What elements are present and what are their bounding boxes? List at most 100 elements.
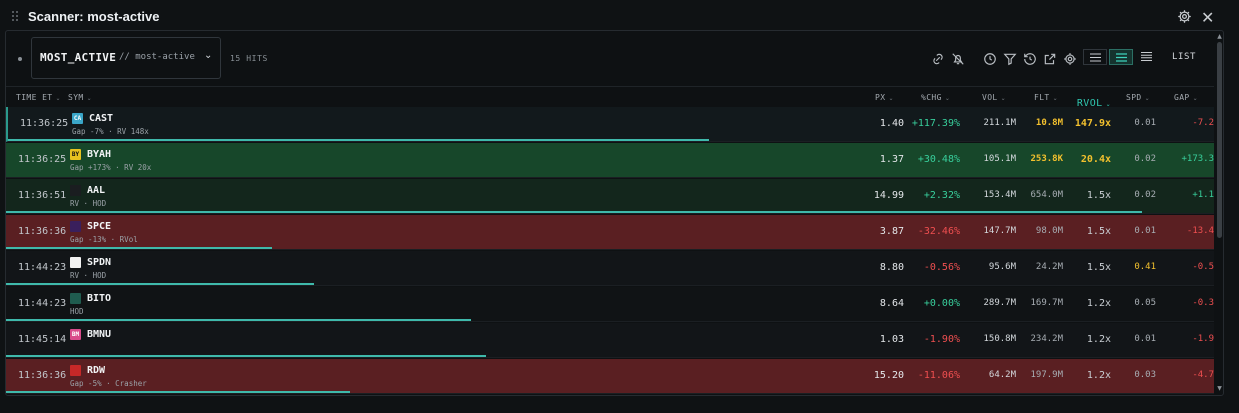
row-symbol: AAL (87, 185, 106, 196)
link-icon[interactable] (931, 51, 945, 65)
density-compact-button[interactable] (1083, 49, 1107, 65)
row-gap: +1.1 (1192, 190, 1214, 200)
col-sym-header[interactable]: SYM ⌄ (68, 93, 92, 102)
scanner-name: MOST_ACTIVE (40, 51, 117, 64)
row-tags: Gap -13% · RVol (70, 235, 138, 244)
table-row[interactable]: 11:36:51 AAL RV · HOD 14.99 +2.32% 153.4M 654.… (6, 179, 1214, 214)
row-time: 11:44:23 (18, 262, 67, 273)
scroll-up-icon[interactable]: ▲ (1216, 34, 1223, 40)
ticker-logo-icon (70, 257, 81, 268)
row-float: 98.0M (1035, 226, 1063, 236)
row-spread: 0.02 (1134, 190, 1156, 200)
row-price: 14.99 (873, 190, 904, 201)
col-chg-header[interactable]: %CHG ⌄ (921, 93, 950, 102)
row-spread: 0.01 (1134, 118, 1156, 128)
row-change: -32.46% (917, 226, 960, 237)
scanner-toolbar: MOST_ACTIVE // most-active ⌄ 15 HITS LIS… (6, 31, 1223, 86)
row-tags: RV · HOD (70, 271, 107, 280)
row-price: 3.87 (879, 226, 904, 237)
row-progress-bar (6, 355, 486, 357)
row-progress-bar (6, 391, 350, 393)
list-view-toggle[interactable]: LIST (1172, 52, 1196, 62)
row-progress-bar (6, 247, 272, 249)
history-icon[interactable] (1023, 51, 1037, 65)
row-rvol: 20.4x (1080, 154, 1111, 165)
close-icon[interactable]: ✕ (1201, 9, 1215, 26)
scrollbar[interactable]: ▲ ▼ (1216, 34, 1223, 392)
rows-compact-icon (1090, 53, 1101, 62)
external-link-icon[interactable] (1043, 51, 1057, 65)
table-row[interactable]: 11:45:14 BM BMNU 1.03 -1.90% 150.8M 234.2M 1.2x… (6, 323, 1214, 358)
row-gap: -4.7 (1192, 370, 1214, 380)
row-float: 169.7M (1030, 298, 1063, 308)
row-spread: 0.02 (1134, 154, 1156, 164)
row-symbol: BMNU (87, 329, 112, 340)
ticker-logo-icon (70, 293, 81, 304)
row-spread: 0.05 (1134, 298, 1156, 308)
scanner-selector[interactable]: MOST_ACTIVE // most-active ⌄ (31, 37, 221, 79)
row-float: 234.2M (1030, 334, 1063, 344)
table-header: TIME ET ⌄ SYM ⌄ PX ⌄ %CHG ⌄ VOL ⌄ FLT ⌄ RVOL ⌄ … (6, 86, 1214, 109)
clock-icon[interactable] (983, 51, 997, 65)
row-time: 11:45:14 (18, 334, 67, 345)
scanner-panel: Scanner: most-active ✕ MOST_ACTIVE // mo… (0, 0, 1239, 413)
row-float: 253.8K (1030, 154, 1063, 164)
col-time-header[interactable]: TIME ET ⌄ (16, 93, 61, 102)
ticker-logo-icon (70, 221, 81, 232)
chevron-down-icon: ⌄ (204, 50, 213, 61)
table-row[interactable]: 11:36:25 BY BYAH Gap +173% · RV 20x 1.37 +30.… (6, 143, 1214, 178)
drag-handle-icon[interactable] (12, 11, 22, 25)
scroll-down-icon[interactable]: ▼ (1216, 386, 1223, 392)
table-row[interactable]: 11:44:23 BITO HOD 8.64 +0.00% 289.7M 169.7M 1.2… (6, 287, 1214, 322)
col-flt-header[interactable]: FLT ⌄ (1034, 93, 1058, 102)
row-time: 11:44:23 (18, 298, 67, 309)
row-volume: 211.1M (983, 118, 1016, 128)
scrollbar-thumb[interactable] (1217, 42, 1222, 238)
row-price: 1.03 (879, 334, 904, 345)
table-row[interactable]: 11:36:36 SPCE Gap -13% · RVol 3.87 -32.46% 14… (6, 215, 1214, 250)
table-row[interactable]: 11:44:23 SPDN RV · HOD 8.80 -0.56% 95.6M 24.2M… (6, 251, 1214, 286)
row-change: +2.32% (923, 190, 960, 201)
col-vol-header[interactable]: VOL ⌄ (982, 93, 1006, 102)
row-spread: 0.01 (1134, 226, 1156, 236)
col-gap-header[interactable]: GAP ⌄ (1174, 93, 1198, 102)
col-spd-header[interactable]: SPD ⌄ (1126, 93, 1150, 102)
row-tags: HOD (70, 307, 84, 316)
row-price: 15.20 (873, 370, 904, 381)
panel-titlebar[interactable]: Scanner: most-active ✕ (0, 6, 1225, 30)
row-volume: 64.2M (988, 370, 1016, 380)
row-change: +0.00% (923, 298, 960, 309)
row-symbol: SPDN (87, 257, 112, 268)
col-px-header[interactable]: PX ⌄ (875, 93, 894, 102)
row-change: -11.06% (917, 370, 960, 381)
row-symbol: SPCE (87, 221, 112, 232)
row-price: 1.37 (879, 154, 904, 165)
row-time: 11:36:51 (18, 190, 67, 201)
table-row[interactable]: 11:36:36 RDW Gap -5% · Crasher 15.20 -11.06%… (6, 359, 1214, 394)
row-gap: -0.5 (1192, 262, 1214, 272)
filter-icon[interactable] (1003, 51, 1017, 66)
table-body: 11:36:25 CA CAST Gap -7% · RV 148x 1.40 +117.… (6, 107, 1214, 396)
density-comfortable-button[interactable] (1135, 49, 1159, 65)
row-progress-bar (8, 139, 709, 141)
row-rvol: 147.9x (1074, 118, 1111, 129)
bell-off-icon[interactable] (951, 51, 965, 65)
row-rvol: 1.5x (1086, 226, 1111, 237)
row-volume: 289.7M (983, 298, 1016, 308)
row-rvol: 1.5x (1086, 262, 1111, 273)
settings-icon[interactable] (1063, 51, 1077, 65)
table-row[interactable]: 11:36:25 CA CAST Gap -7% · RV 148x 1.40 +117.… (6, 107, 1214, 142)
row-time: 11:36:36 (18, 370, 67, 381)
rows-comfortable-icon (1141, 52, 1152, 61)
row-volume: 153.4M (983, 190, 1016, 200)
row-float: 10.8M (1035, 118, 1063, 128)
row-volume: 150.8M (983, 334, 1016, 344)
gear-icon[interactable] (1177, 9, 1194, 26)
row-rvol: 1.5x (1086, 190, 1111, 201)
row-gap: -0.3 (1192, 298, 1214, 308)
density-normal-button[interactable] (1109, 49, 1133, 65)
row-time: 11:36:25 (20, 118, 69, 129)
row-symbol: CAST (89, 113, 114, 124)
status-dot-icon (18, 57, 22, 61)
row-change: +30.48% (917, 154, 960, 165)
